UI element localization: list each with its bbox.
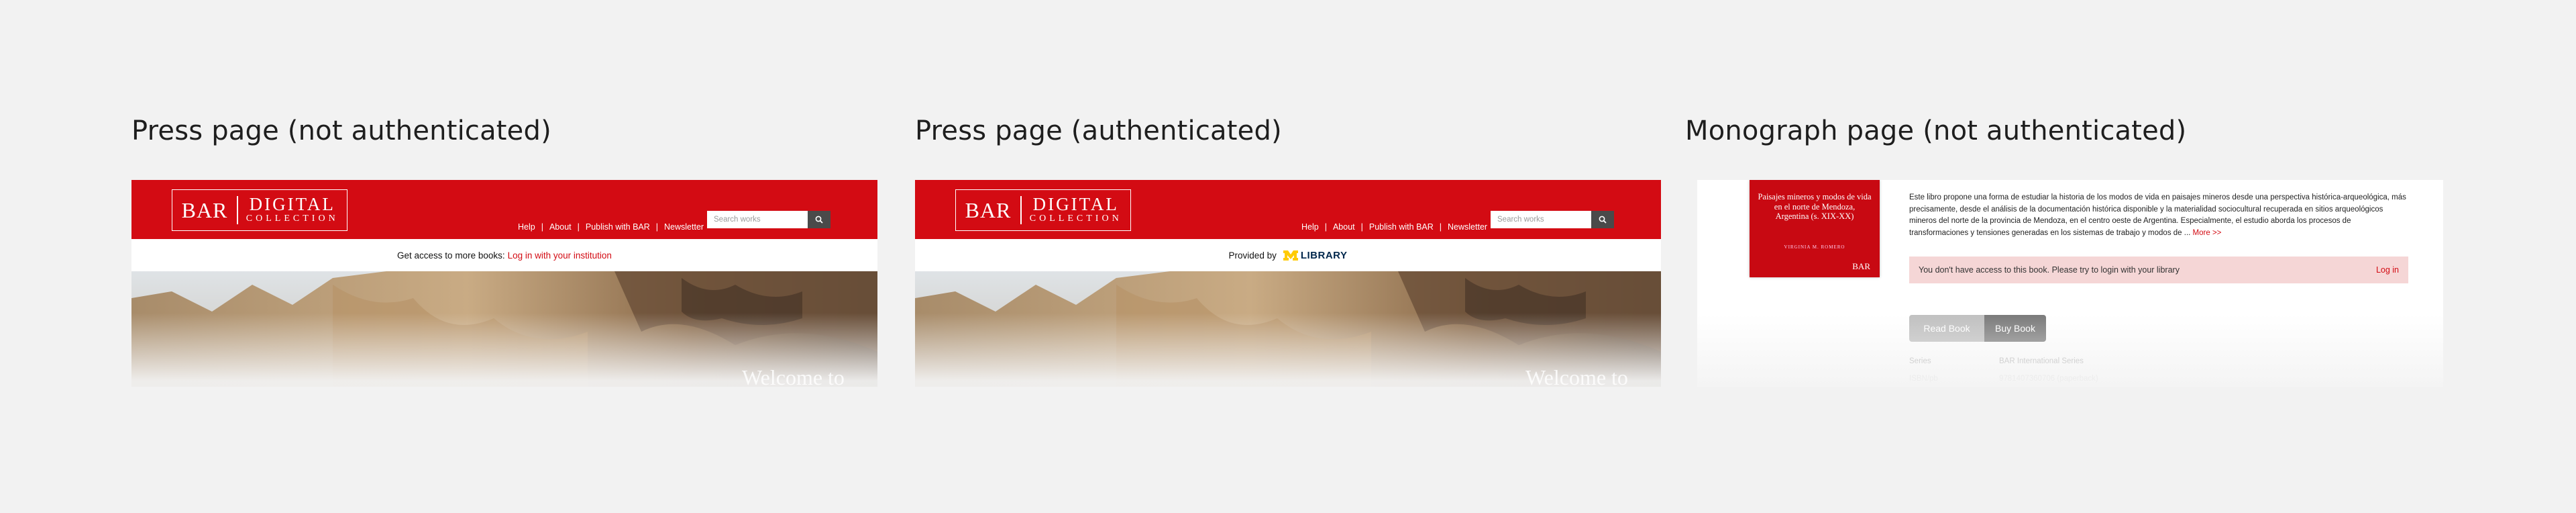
logo-line1: DIGITAL bbox=[1032, 194, 1119, 214]
logo-bar-text: BAR bbox=[965, 197, 1012, 222]
alert-login-link[interactable]: Log in bbox=[2376, 265, 2399, 275]
press-page-unauth-screenshot: BAR DIGITAL COLLECTION Help | About | Publ… bbox=[131, 180, 877, 387]
hero-image: Welcome to bbox=[131, 271, 877, 387]
bar-digital-collection-logo[interactable]: BAR DIGITAL COLLECTION bbox=[172, 189, 347, 231]
book-description: Este libro propone una forma de estudiar… bbox=[1909, 192, 2410, 239]
nav-newsletter[interactable]: Newsletter bbox=[664, 222, 704, 232]
meta-series-label: Series bbox=[1909, 357, 1931, 365]
nav-separator: | bbox=[655, 222, 659, 232]
book-cover: Paisajes mineros y modos de vida en el n… bbox=[1750, 180, 1880, 277]
search-button[interactable] bbox=[1591, 211, 1614, 228]
institution-login-link[interactable]: Log in with your institution bbox=[508, 250, 612, 261]
logo-line2: COLLECTION bbox=[1029, 214, 1122, 224]
search-input[interactable] bbox=[707, 211, 808, 228]
search-icon bbox=[815, 216, 823, 224]
provided-by-text: Provided by bbox=[1228, 250, 1277, 261]
site-header: BAR DIGITAL COLLECTION Help | About | Publ… bbox=[131, 180, 877, 239]
panel-heading-monograph-unauth: Monograph page (not authenticated) bbox=[1685, 115, 2187, 146]
nav-help[interactable]: Help bbox=[518, 222, 535, 232]
hero-welcome-text: Welcome to bbox=[1525, 365, 1628, 387]
search-button[interactable] bbox=[808, 211, 830, 228]
read-book-button[interactable]: Read Book bbox=[1909, 315, 1984, 342]
access-banner: Get access to more books: Log in with yo… bbox=[131, 239, 877, 271]
meta-isbn-label: ISBN/pb bbox=[1909, 375, 1938, 383]
nav-separator: | bbox=[1360, 222, 1363, 232]
bar-digital-collection-logo[interactable]: BAR DIGITAL COLLECTION bbox=[955, 189, 1131, 231]
cover-title: Paisajes mineros y modos de vida en el n… bbox=[1758, 192, 1872, 221]
meta-series-value[interactable]: BAR International Series bbox=[1999, 357, 2084, 365]
site-header: BAR DIGITAL COLLECTION Help | About | Publ… bbox=[915, 180, 1661, 239]
access-text: Get access to more books: bbox=[397, 250, 505, 261]
press-page-auth-screenshot: BAR DIGITAL COLLECTION Help | About | Publ… bbox=[915, 180, 1661, 387]
nav-about[interactable]: About bbox=[549, 222, 572, 232]
panel-heading-press-unauth: Press page (not authenticated) bbox=[131, 115, 551, 146]
alert-text: You don't have access to this book. Plea… bbox=[1919, 265, 2180, 275]
logo-bar-text: BAR bbox=[181, 197, 228, 222]
nav-publish[interactable]: Publish with BAR bbox=[586, 222, 650, 232]
logo-line1: DIGITAL bbox=[249, 194, 335, 214]
meta-isbn-value: 9781407360706 (paperback) bbox=[1999, 375, 2098, 383]
nav-separator: | bbox=[1439, 222, 1442, 232]
library-name: LIBRARY bbox=[1300, 249, 1348, 261]
nav-about[interactable]: About bbox=[1333, 222, 1355, 232]
nav-newsletter[interactable]: Newsletter bbox=[1448, 222, 1487, 232]
nav-separator: | bbox=[577, 222, 580, 232]
cover-author: VIRGINIA M. ROMERO bbox=[1784, 244, 1845, 250]
buy-book-button[interactable]: Buy Book bbox=[1984, 315, 2046, 342]
header-nav: Help | About | Publish with BAR | Newslette… bbox=[1301, 222, 1487, 232]
hero-image: Welcome to bbox=[915, 271, 1661, 387]
library-logo: LIBRARY bbox=[1283, 250, 1348, 261]
nav-publish[interactable]: Publish with BAR bbox=[1369, 222, 1434, 232]
hero-welcome-text: Welcome to bbox=[742, 365, 845, 387]
logo-line2: COLLECTION bbox=[246, 214, 339, 224]
nav-separator: | bbox=[541, 222, 543, 232]
logo-wordmark: DIGITAL COLLECTION bbox=[238, 195, 347, 225]
no-access-alert: You don't have access to this book. Plea… bbox=[1909, 256, 2408, 283]
monograph-page-unauth-screenshot: Paisajes mineros y modos de vida en el n… bbox=[1697, 180, 2443, 387]
more-link[interactable]: More >> bbox=[2193, 229, 2222, 237]
description-text: Este libro propone una forma de estudiar… bbox=[1909, 193, 2406, 237]
search-input[interactable] bbox=[1491, 211, 1591, 228]
header-nav: Help | About | Publish with BAR | Newslette… bbox=[518, 222, 704, 232]
panel-heading-press-auth: Press page (authenticated) bbox=[915, 115, 1282, 146]
provided-by-banner: Provided by LIBRARY bbox=[915, 239, 1661, 271]
nav-help[interactable]: Help bbox=[1301, 222, 1319, 232]
nav-separator: | bbox=[1324, 222, 1327, 232]
block-m-icon bbox=[1283, 250, 1298, 261]
logo-wordmark: DIGITAL COLLECTION bbox=[1022, 195, 1131, 225]
cover-publisher-logo: BAR bbox=[1852, 261, 1870, 271]
search-icon bbox=[1599, 216, 1607, 224]
